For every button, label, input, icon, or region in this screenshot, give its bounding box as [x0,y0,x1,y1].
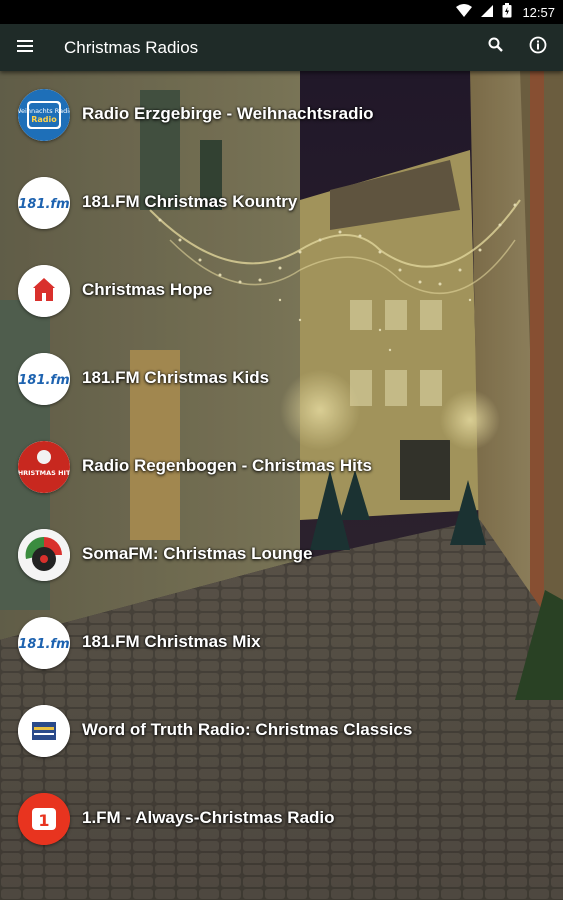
status-time: 12:57 [522,4,555,20]
svg-text:Weihnachts Radio: Weihnachts Radio [18,107,70,115]
christmas-hope-logo [18,265,70,317]
svg-text:181.fm: 181.fm [18,373,69,388]
svg-text:181.fm: 181.fm [18,637,69,652]
station-item[interactable]: SomaFM: Christmas Lounge [0,511,563,599]
search-icon [488,37,504,58]
regenbogen-logo: CHRISTMAS HITS [18,441,70,493]
1fm-logo: 1 [18,793,70,845]
station-name: Radio Regenbogen - Christmas Hits [82,456,372,475]
181fm-logo: 181.fm [18,617,70,669]
station-name: 181.FM Christmas Kids [82,368,270,387]
station-item[interactable]: 181.fm 181.FM Christmas Kids [0,335,563,423]
info-button[interactable] [517,24,559,71]
word-of-truth-logo [18,705,70,757]
station-item[interactable]: Word of Truth Radio: Christmas Classics [0,687,563,775]
menu-button[interactable] [0,24,50,71]
svg-text:1: 1 [38,811,49,830]
station-item[interactable]: 181.fm 181.FM Christmas Kountry [0,159,563,247]
station-name: Radio Erzgebirge - Weihnachtsradio [82,104,374,123]
station-name: 181.FM Christmas Mix [82,632,261,651]
info-icon [529,36,547,59]
181fm-logo: 181.fm [18,177,70,229]
station-item[interactable]: 181.fm 181.FM Christmas Mix [0,599,563,687]
station-name: 1.FM - Always-Christmas Radio [82,808,335,827]
station-item[interactable]: CHRISTMAS HITS Radio Regenbogen - Christ… [0,423,563,511]
status-bar: 12:57 [0,0,563,24]
181fm-logo: 181.fm [18,353,70,405]
station-item[interactable]: Weihnachts Radio Radio Radio Erzgebirge … [0,71,563,159]
svg-text:CHRISTMAS HITS: CHRISTMAS HITS [18,469,70,477]
somafm-logo [18,529,70,581]
station-name: Word of Truth Radio: Christmas Classics [82,720,413,739]
menu-icon [17,39,33,57]
station-name: SomaFM: Christmas Lounge [82,544,313,563]
svg-text:Radio: Radio [31,115,57,124]
station-item[interactable]: 1 1.FM - Always-Christmas Radio [0,775,563,863]
search-button[interactable] [475,24,517,71]
station-item[interactable]: Christmas Hope [0,247,563,335]
wifi-icon [456,3,473,21]
battery-icon [502,3,512,21]
app-title: Christmas Radios [64,37,199,57]
station-name: Christmas Hope [82,280,213,299]
svg-text:181.fm: 181.fm [18,197,69,212]
signal-icon [480,4,494,21]
radio-erzgebirge-logo: Weihnachts Radio Radio [18,89,70,141]
station-name: 181.FM Christmas Kountry [82,192,298,211]
app-bar: Christmas Radios [0,24,563,71]
